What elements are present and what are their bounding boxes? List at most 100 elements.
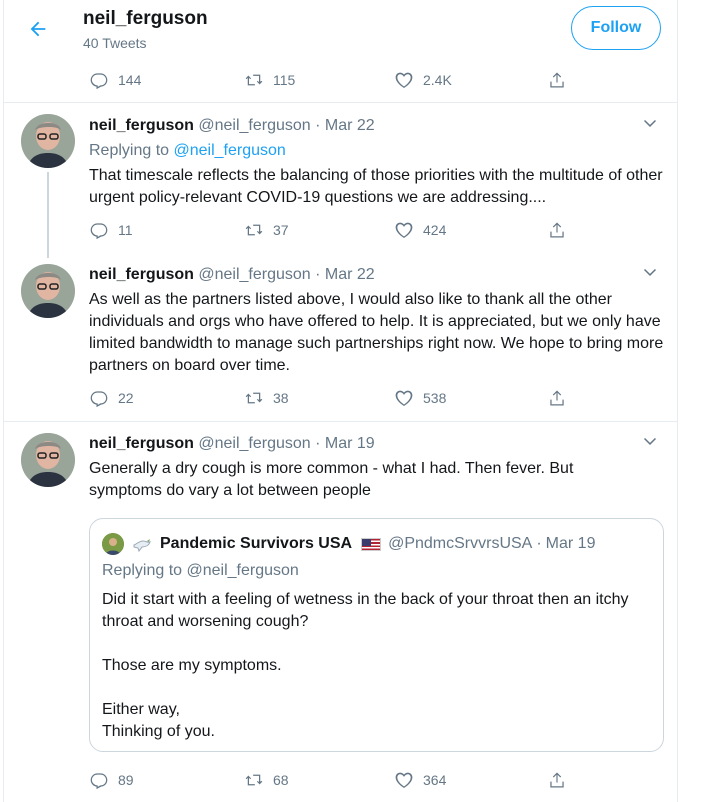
tweet-actions: 144 115 2.4K bbox=[89, 68, 569, 92]
tweet-text: Generally a dry cough is more common - w… bbox=[89, 460, 574, 499]
replying-handle-link[interactable]: @neil_ferguson bbox=[174, 142, 286, 159]
share-icon bbox=[550, 772, 564, 788]
tweet-actions: 89 68 364 bbox=[89, 768, 569, 792]
quoted-paragraph: Did it start with a feeling of wetness i… bbox=[102, 591, 629, 630]
reply-icon bbox=[90, 73, 108, 90]
author-name[interactable]: neil_ferguson bbox=[89, 266, 194, 283]
follow-button[interactable]: Follow bbox=[571, 6, 661, 50]
author-handle: @neil_ferguson bbox=[198, 117, 311, 134]
author-handle: @neil_ferguson bbox=[198, 266, 311, 283]
reply-count: 144 bbox=[118, 72, 142, 88]
tweet-header: neil_ferguson @neil_ferguson · Mar 22 bbox=[89, 266, 375, 284]
tweet-text: As well as the partners listed above, I … bbox=[89, 291, 664, 374]
retweet-button[interactable]: 68 bbox=[244, 768, 289, 792]
retweet-icon bbox=[245, 774, 263, 786]
like-count: 2.4K bbox=[423, 72, 452, 88]
share-button[interactable] bbox=[547, 768, 576, 792]
tweet-actions: 22 38 538 bbox=[89, 386, 569, 410]
tweet[interactable]: neil_ferguson @neil_ferguson · Mar 22 As… bbox=[4, 251, 677, 421]
avatar[interactable] bbox=[21, 114, 75, 168]
like-count: 538 bbox=[423, 390, 447, 406]
reply-button[interactable]: 89 bbox=[89, 768, 134, 792]
retweet-button[interactable]: 115 bbox=[244, 68, 295, 92]
reply-count: 22 bbox=[118, 390, 134, 406]
profile-name: neil_ferguson bbox=[83, 8, 208, 29]
quoted-tweet[interactable]: Pandemic Survivors USA @PndmcSrvvrsUSA ·… bbox=[89, 518, 664, 752]
thread-line bbox=[47, 172, 49, 258]
like-button[interactable]: 2.4K bbox=[394, 68, 452, 92]
author-name[interactable]: neil_ferguson bbox=[89, 117, 194, 134]
quoted-paragraph: Those are my symptoms. bbox=[102, 657, 282, 674]
like-icon bbox=[395, 72, 413, 88]
like-icon bbox=[395, 390, 413, 406]
like-button[interactable]: 538 bbox=[394, 386, 446, 410]
retweet-icon bbox=[245, 392, 263, 404]
like-count: 364 bbox=[423, 772, 447, 788]
tweet-date[interactable]: Mar 19 bbox=[325, 435, 375, 452]
profile-header: neil_ferguson 40 Tweets Follow bbox=[4, 0, 677, 58]
quoted-tweet-header: Pandemic Survivors USA @PndmcSrvvrsUSA ·… bbox=[102, 533, 595, 555]
tweet-text: That timescale reflects the balancing of… bbox=[89, 167, 663, 206]
share-icon bbox=[550, 390, 564, 406]
like-button[interactable]: 424 bbox=[394, 218, 446, 242]
share-button[interactable] bbox=[547, 218, 576, 242]
avatar bbox=[102, 533, 124, 555]
reply-count: 11 bbox=[118, 222, 133, 238]
like-icon bbox=[395, 772, 413, 788]
quoted-paragraph: Thinking of you. bbox=[102, 723, 215, 740]
avatar[interactable] bbox=[21, 433, 75, 487]
retweet-icon bbox=[245, 74, 263, 86]
tweet-header: neil_ferguson @neil_ferguson · Mar 22 bbox=[89, 117, 375, 135]
replying-to: Replying to @neil_ferguson bbox=[89, 142, 286, 160]
reply-count: 89 bbox=[118, 772, 134, 788]
retweet-count: 37 bbox=[273, 222, 289, 238]
quoted-tweet-date: Mar 19 bbox=[545, 535, 596, 552]
retweet-button[interactable]: 37 bbox=[244, 218, 289, 242]
tweet[interactable]: neil_ferguson @neil_ferguson · Mar 22 Re… bbox=[4, 103, 677, 258]
avatar[interactable] bbox=[21, 264, 75, 318]
back-arrow-icon bbox=[30, 21, 46, 37]
replying-prefix: Replying to bbox=[89, 142, 170, 159]
quoted-tweet-text: Did it start with a feeling of wetness i… bbox=[102, 589, 647, 743]
share-icon bbox=[550, 72, 564, 88]
author-handle: @neil_ferguson bbox=[198, 435, 311, 452]
retweet-count: 38 bbox=[273, 390, 289, 406]
reply-icon bbox=[90, 223, 108, 240]
reply-icon bbox=[90, 773, 108, 790]
us-flag-icon bbox=[361, 537, 382, 551]
separator: · bbox=[315, 266, 321, 283]
like-button[interactable]: 364 bbox=[394, 768, 446, 792]
separator: · bbox=[315, 117, 321, 134]
dove-emoji-icon bbox=[133, 539, 151, 553]
retweet-count: 68 bbox=[273, 772, 289, 788]
quoted-author-handle: @PndmcSrvvrsUSA bbox=[388, 535, 533, 552]
share-icon bbox=[550, 222, 564, 238]
reply-button[interactable]: 11 bbox=[89, 218, 133, 242]
timeline-column: neil_ferguson 40 Tweets Follow 144 115 2… bbox=[3, 0, 678, 802]
chevron-down-icon[interactable] bbox=[641, 264, 659, 282]
retweet-button[interactable]: 38 bbox=[244, 386, 289, 410]
quoted-author-name: Pandemic Survivors USA bbox=[160, 535, 353, 552]
retweet-icon bbox=[245, 224, 263, 236]
separator: · bbox=[536, 535, 542, 552]
author-name[interactable]: neil_ferguson bbox=[89, 435, 194, 452]
reply-button[interactable]: 22 bbox=[89, 386, 134, 410]
like-icon bbox=[395, 222, 413, 238]
tweet-count: 40 Tweets bbox=[83, 35, 147, 51]
separator: · bbox=[315, 435, 321, 452]
tweet-header: neil_ferguson @neil_ferguson · Mar 19 bbox=[89, 435, 375, 453]
quoted-paragraph: Either way, bbox=[102, 701, 180, 718]
retweet-count: 115 bbox=[273, 72, 296, 88]
reply-button[interactable]: 144 bbox=[89, 68, 141, 92]
chevron-down-icon[interactable] bbox=[641, 115, 659, 133]
tweet-actions: 11 37 424 bbox=[89, 218, 569, 242]
reply-icon bbox=[90, 391, 108, 408]
share-button[interactable] bbox=[547, 386, 576, 410]
chevron-down-icon[interactable] bbox=[641, 433, 659, 451]
tweet-date[interactable]: Mar 22 bbox=[325, 266, 375, 283]
like-count: 424 bbox=[423, 222, 447, 238]
back-button[interactable] bbox=[21, 12, 55, 46]
share-button[interactable] bbox=[547, 68, 576, 92]
tweet-date[interactable]: Mar 22 bbox=[325, 117, 375, 134]
quoted-replying-to: Replying to @neil_ferguson bbox=[102, 562, 299, 579]
